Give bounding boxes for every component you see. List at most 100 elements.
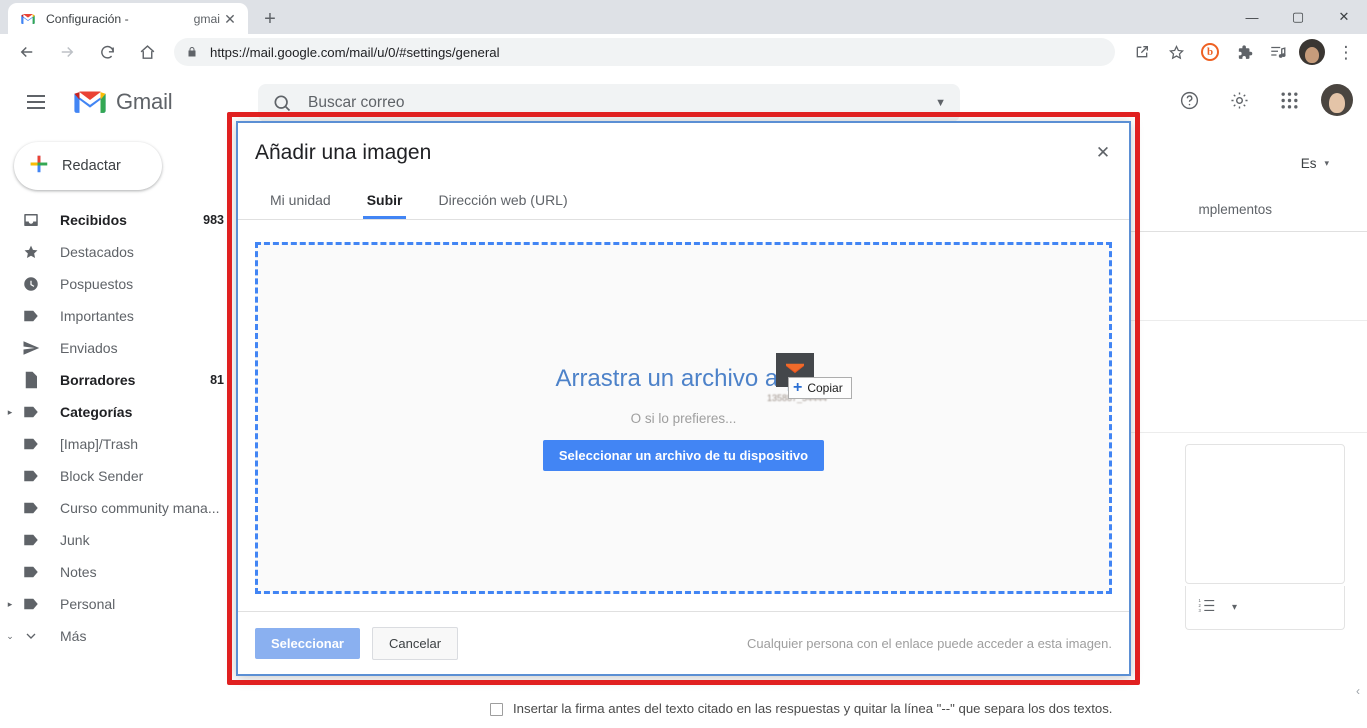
apps-grid-icon[interactable] [1267, 78, 1311, 122]
reading-list-icon[interactable] [1263, 37, 1293, 67]
sidebar-item-label: Importantes [60, 308, 134, 324]
sidebar-item-label: Más [60, 628, 87, 644]
sidebar-item-label: Curso community mana... [60, 500, 220, 516]
label-icon [20, 532, 42, 548]
plus-icon [28, 153, 50, 180]
browser-chrome: Configuración - gmai ✕ + — ▢ ✕ https://m… [0, 0, 1367, 70]
address-bar[interactable]: https://mail.google.com/mail/u/0/#settin… [174, 38, 1115, 66]
maximize-icon[interactable]: ▢ [1275, 0, 1321, 34]
file-dropzone[interactable]: Arrastra un archivo aquí O si lo prefier… [255, 242, 1112, 594]
sidebar-item-label: Pospuestos [60, 276, 134, 292]
back-icon[interactable] [10, 35, 44, 69]
sidebar-nav-list: Recibidos 983 Destacados Pospuestos Importan… [0, 204, 238, 652]
dialog-tabs: Mi unidad Subir Dirección web (URL) [252, 181, 1129, 219]
sidebar-item-pospuestos[interactable]: Pospuestos [0, 268, 238, 300]
expand-arrow-icon[interactable]: ▸ [0, 407, 20, 418]
help-icon[interactable] [1167, 78, 1211, 122]
bitly-badge: b [1201, 43, 1219, 61]
label-icon [20, 404, 42, 420]
forward-icon [50, 35, 84, 69]
cancel-button[interactable]: Cancelar [372, 626, 459, 660]
star-icon[interactable] [1161, 37, 1191, 67]
tab-title-overflow: gmai [179, 11, 220, 26]
dropzone-headline: Arrastra un archivo aquí [555, 365, 812, 392]
tab-title: Configuración - gmai [46, 11, 220, 26]
sidebar-item-personal[interactable]: ▸ Personal [0, 588, 238, 620]
sidebar-item-notes[interactable]: Notes [0, 556, 238, 588]
dialog-tab-mi-unidad[interactable]: Mi unidad [252, 181, 349, 219]
gmail-logo[interactable]: Gmail [72, 89, 173, 116]
signature-placement-checkbox-row[interactable]: Insertar la firma antes del texto citado… [490, 701, 1112, 716]
home-icon[interactable] [130, 35, 164, 69]
sidebar-item-count: 81 [210, 373, 224, 387]
label-icon [20, 436, 42, 452]
sidebar-item-categor-as[interactable]: ▸ Categorías [0, 396, 238, 428]
tab-complementos[interactable]: mplementos [1198, 202, 1272, 217]
puzzle-icon[interactable] [1229, 37, 1259, 67]
sidebar-item-m-s[interactable]: ⌄ Más [0, 620, 238, 652]
dropzone-or-text: O si lo prefieres... [630, 411, 737, 426]
chrome-profile-avatar[interactable] [1297, 37, 1327, 67]
select-file-button[interactable]: Seleccionar un archivo de tu dispositivo [542, 440, 825, 471]
sidebar-item-label: Recibidos [60, 212, 127, 228]
sidebar: Redactar Recibidos 983 Destacados Pospuesto… [0, 134, 238, 728]
select-button[interactable]: Seleccionar [255, 627, 360, 659]
close-icon[interactable]: ✕ [1089, 139, 1117, 167]
close-icon[interactable]: ✕ [220, 9, 240, 29]
expand-arrow-icon[interactable]: ⌄ [0, 631, 20, 642]
numbered-list-icon[interactable]: 1 2 3 [1198, 598, 1216, 618]
reload-icon[interactable] [90, 35, 124, 69]
window-controls: — ▢ ✕ [1229, 0, 1367, 34]
compose-button[interactable]: Redactar [14, 142, 162, 190]
window-close-icon[interactable]: ✕ [1321, 0, 1367, 34]
add-image-dialog: Añadir una imagen ✕ Mi unidad Subir Direcc… [236, 121, 1131, 676]
chevron-down-icon: ▾ [1324, 158, 1329, 168]
gmail-header-actions [1167, 78, 1353, 122]
signature-editor-box[interactable] [1185, 444, 1345, 584]
lock-icon [186, 45, 200, 59]
sidebar-item-junk[interactable]: Junk [0, 524, 238, 556]
gear-icon[interactable] [1217, 78, 1261, 122]
open-in-new-icon[interactable] [1127, 37, 1157, 67]
chevron-down-icon[interactable]: ▾ [1232, 602, 1237, 613]
language-selector[interactable]: Es ▾ [1301, 156, 1329, 171]
sidebar-item-block-sender[interactable]: Block Sender [0, 460, 238, 492]
search-bar[interactable]: ▼ [258, 84, 960, 122]
bitly-extension-icon[interactable]: b [1195, 37, 1225, 67]
address-bar-url: https://mail.google.com/mail/u/0/#settin… [210, 44, 500, 60]
browser-tab[interactable]: Configuración - gmai ✕ [8, 3, 248, 34]
browser-menu-icon[interactable]: ⋮ [1331, 37, 1361, 67]
label-icon [20, 596, 42, 612]
sidebar-item-importantes[interactable]: Importantes [0, 300, 238, 332]
sidebar-item-curso-community-mana[interactable]: Curso community mana... [0, 492, 238, 524]
expand-arrow-icon[interactable]: ▸ [0, 599, 20, 610]
sidebar-item-imap-trash[interactable]: [Imap]/Trash [0, 428, 238, 460]
sidebar-item-enviados[interactable]: Enviados [0, 332, 238, 364]
dialog-tab-subir[interactable]: Subir [349, 181, 421, 219]
sidebar-item-label: Personal [60, 596, 116, 612]
gmail-icon [20, 11, 36, 27]
kebab-glyph: ⋮ [1337, 42, 1355, 62]
sidebar-item-label: Junk [60, 532, 90, 548]
chevron-down-icon[interactable]: ▼ [935, 97, 946, 109]
user-avatar[interactable] [1321, 84, 1353, 116]
sidebar-item-label: Block Sender [60, 468, 144, 484]
sidebar-item-recibidos[interactable]: Recibidos 983 [0, 204, 238, 236]
search-input[interactable] [308, 94, 936, 112]
star-icon [20, 243, 42, 261]
gmail-wordmark: Gmail [116, 89, 173, 114]
draft-icon [20, 371, 42, 389]
dialog-tab-direcci-n-web-url[interactable]: Dirección web (URL) [420, 181, 585, 219]
sidebar-item-borradores[interactable]: Borradores 81 [0, 364, 238, 396]
checkbox[interactable] [490, 703, 503, 716]
dialog-footer: Seleccionar Cancelar Cualquier persona c… [238, 612, 1129, 674]
sidebar-item-label: Enviados [60, 340, 118, 356]
hamburger-icon[interactable] [12, 78, 60, 126]
minimize-icon[interactable]: — [1229, 0, 1275, 34]
browser-toolbar: https://mail.google.com/mail/u/0/#settin… [0, 34, 1367, 70]
new-tab-button[interactable]: + [256, 5, 284, 33]
language-value: Es [1300, 156, 1317, 171]
scroll-indicator[interactable]: ‹ [1351, 676, 1365, 706]
sidebar-item-destacados[interactable]: Destacados [0, 236, 238, 268]
label-icon [20, 564, 42, 580]
